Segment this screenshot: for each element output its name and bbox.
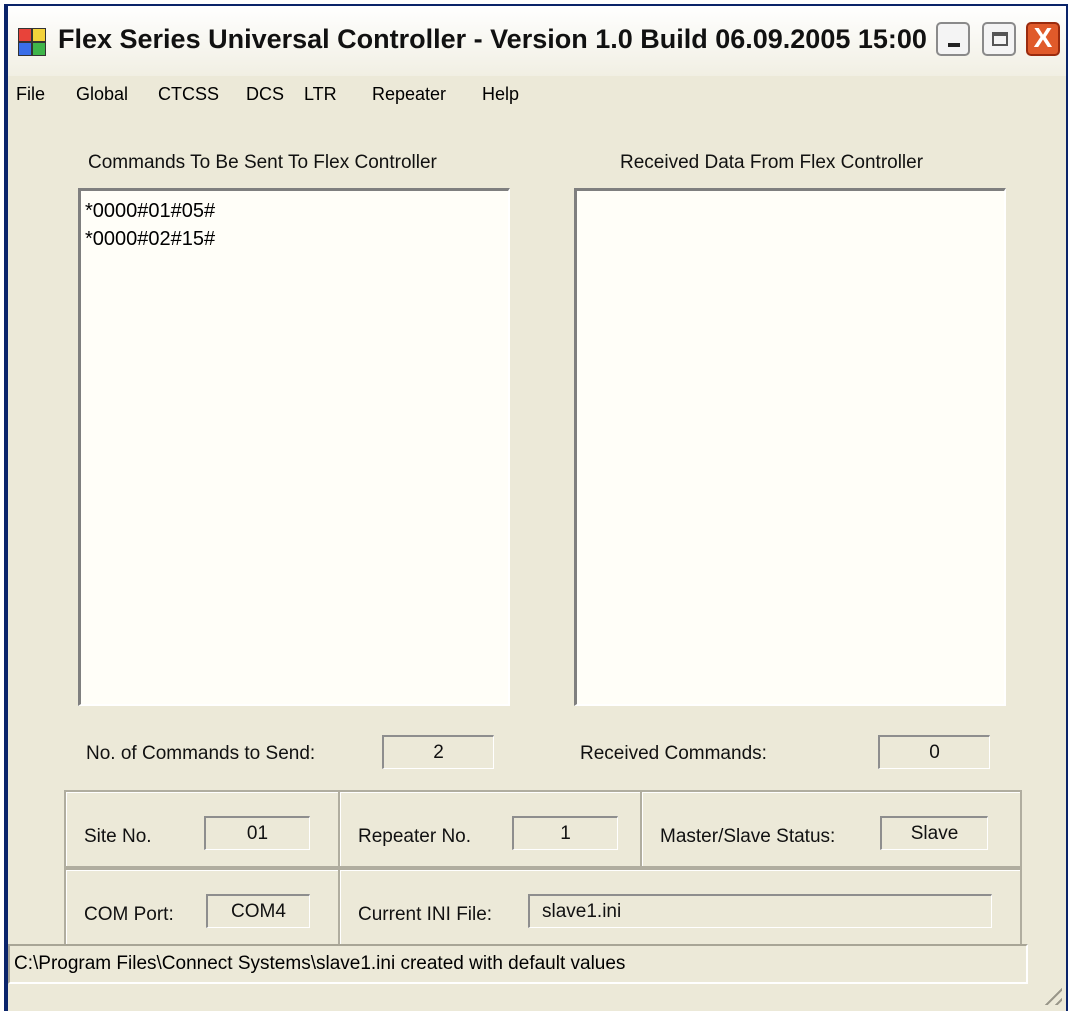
menu-file[interactable]: File <box>16 84 45 105</box>
menu-dcs[interactable]: DCS <box>246 84 284 105</box>
maximize-icon <box>992 32 1008 46</box>
menu-ctcss[interactable]: CTCSS <box>158 84 219 105</box>
commands-to-send-value: 2 <box>382 735 494 769</box>
status-text: C:\Program Files\Connect Systems\slave1.… <box>14 953 626 974</box>
app-icon <box>18 28 46 56</box>
close-button[interactable]: X <box>1026 22 1060 56</box>
minimize-button[interactable] <box>936 22 970 56</box>
commands-list[interactable]: *0000#01#05# *0000#02#15# <box>78 188 510 706</box>
com-port-label: COM Port: <box>84 904 174 925</box>
received-commands-value: 0 <box>878 735 990 769</box>
menu-global[interactable]: Global <box>76 84 128 105</box>
menu-help[interactable]: Help <box>482 84 519 105</box>
menu-repeater[interactable]: Repeater <box>372 84 446 105</box>
window-title: Flex Series Universal Controller - Versi… <box>58 24 927 54</box>
ini-file-value: slave1.ini <box>528 894 992 928</box>
repeater-value: 1 <box>512 816 618 850</box>
resize-grip-icon[interactable] <box>1040 983 1062 1005</box>
received-list[interactable] <box>574 188 1006 706</box>
menu-bar: File Global CTCSS DCS LTR Repeater Help <box>8 76 1066 114</box>
title-bar[interactable]: Flex Series Universal Controller - Versi… <box>8 6 1066 77</box>
site-value: 01 <box>204 816 310 850</box>
master-slave-value: Slave <box>880 816 988 850</box>
com-port-value: COM4 <box>206 894 310 928</box>
site-label: Site No. <box>84 826 152 847</box>
maximize-button[interactable] <box>982 22 1016 56</box>
commands-to-send-label: No. of Commands to Send: <box>86 743 316 764</box>
master-slave-label: Master/Slave Status: <box>660 826 836 847</box>
status-bar: C:\Program Files\Connect Systems\slave1.… <box>8 944 1028 984</box>
app-window: Flex Series Universal Controller - Versi… <box>4 4 1068 1011</box>
minimize-icon <box>948 43 960 47</box>
menu-ltr[interactable]: LTR <box>304 84 337 105</box>
list-item[interactable]: *0000#01#05# <box>85 197 504 225</box>
received-panel-label: Received Data From Flex Controller <box>620 152 924 173</box>
list-item[interactable]: *0000#02#15# <box>85 225 504 253</box>
ini-file-label: Current INI File: <box>358 904 493 925</box>
received-commands-label: Received Commands: <box>580 743 767 764</box>
commands-panel-label: Commands To Be Sent To Flex Controller <box>88 152 437 173</box>
close-icon: X <box>1033 22 1053 53</box>
repeater-label: Repeater No. <box>358 826 472 847</box>
